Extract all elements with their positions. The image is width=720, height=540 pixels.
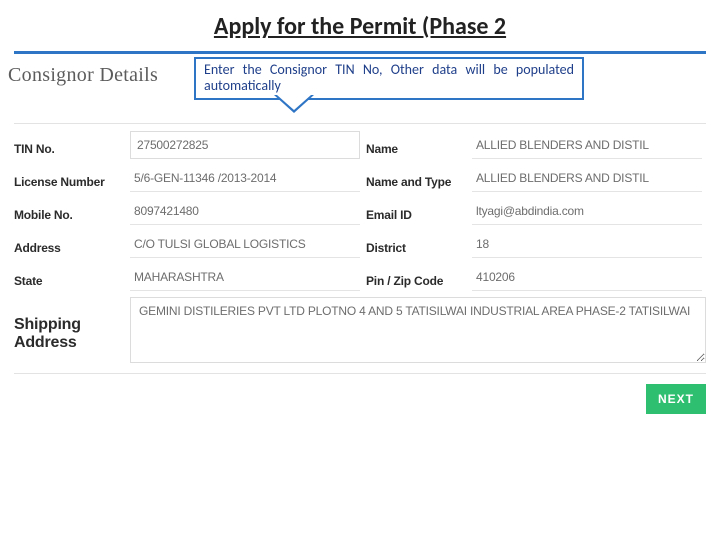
label-address: Address [14,233,124,255]
value-pin: 410206 [472,262,702,291]
label-mobile: Mobile No. [14,200,124,222]
value-state: MAHARASHTRA [130,262,360,291]
callout-pointer-icon [274,95,314,113]
callout-text: Enter the Consignor TIN No, Other data w… [194,57,584,100]
value-email: ltyagi@abdindia.com [472,196,702,225]
callout: Enter the Consignor TIN No, Other data w… [194,57,706,117]
value-address: C/O TULSI GLOBAL LOGISTICS [130,229,360,258]
label-pin: Pin / Zip Code [366,266,466,288]
textarea-shipping-address[interactable]: GEMINI DISTILERIES PVT LTD PLOTNO 4 AND … [130,297,706,363]
page-title: Apply for the Permit (Phase 2 [14,12,706,54]
label-name: Name [366,134,466,156]
value-license-number: 5/6-GEN-11346 /2013-2014 [130,163,360,192]
divider [14,123,706,124]
value-name: ALLIED BLENDERS AND DISTIL [472,130,702,159]
footer: NEXT [14,373,706,423]
value-district: 18 [472,229,702,258]
label-district: District [366,233,466,255]
input-tin-no[interactable]: 27500272825 [130,131,360,159]
next-button[interactable]: NEXT [646,384,706,414]
consignor-form: TIN No. 27500272825 Name ALLIED BLENDERS… [14,130,706,291]
label-license-number: License Number [14,167,124,189]
label-state: State [14,266,124,288]
value-mobile: 8097421480 [130,196,360,225]
label-tin-no: TIN No. [14,134,124,156]
label-email: Email ID [366,200,466,222]
label-name-type: Name and Type [366,167,466,189]
value-name-type: ALLIED BLENDERS AND DISTIL [472,163,702,192]
label-shipping-address: Shipping Address [14,308,124,352]
